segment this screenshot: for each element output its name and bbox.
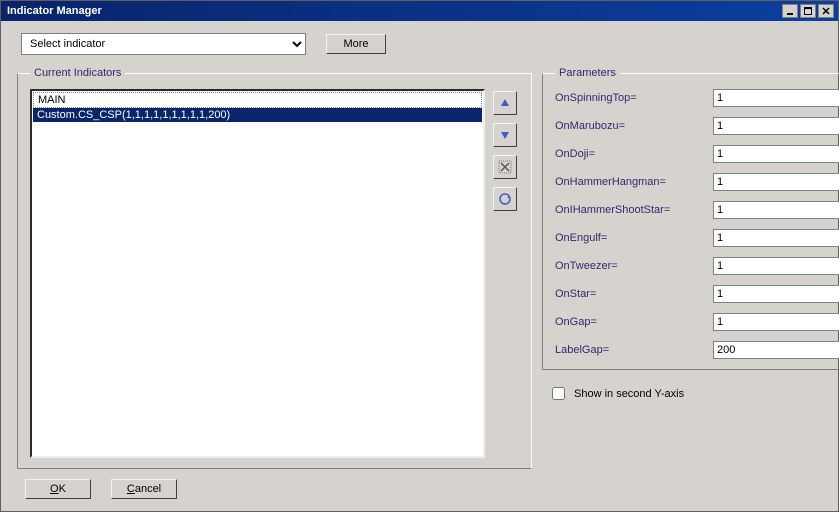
- list-item[interactable]: MAIN: [33, 92, 482, 108]
- move-up-button[interactable]: [493, 91, 517, 115]
- parameter-label: OnIHammerShootStar=: [555, 204, 713, 216]
- parameter-label: OnEngulf=: [555, 232, 713, 244]
- minimize-icon: [786, 7, 794, 15]
- ok-button[interactable]: OK: [25, 479, 91, 499]
- parameter-input[interactable]: [713, 145, 839, 163]
- parameter-label: LabelGap=: [555, 344, 713, 356]
- close-icon: [822, 7, 830, 15]
- circle-arrow-icon: [498, 192, 512, 206]
- more-button[interactable]: More: [326, 34, 386, 54]
- titlebar: Indicator Manager: [1, 1, 838, 21]
- maximize-button[interactable]: [800, 4, 816, 18]
- parameter-row: OnDoji=: [555, 145, 839, 163]
- parameter-input[interactable]: [713, 341, 839, 359]
- parameter-input[interactable]: [713, 285, 839, 303]
- content-area: Select indicator More Current Indicators…: [1, 21, 838, 511]
- maximize-icon: [804, 7, 812, 15]
- parameter-label: OnTweezer=: [555, 260, 713, 272]
- parameter-row: OnIHammerShootStar=: [555, 201, 839, 219]
- close-button[interactable]: [818, 4, 834, 18]
- parameter-input[interactable]: [713, 313, 839, 331]
- indicator-dropdown[interactable]: Select indicator: [21, 33, 306, 55]
- indicator-select[interactable]: Select indicator: [21, 33, 306, 55]
- parameter-label: OnDoji=: [555, 148, 713, 160]
- parameters-grid: OnSpinningTop= OnMarubozu= OnDoji= OnHammer…: [555, 89, 839, 359]
- cancel-button[interactable]: Cancel: [111, 479, 177, 499]
- indicator-listbox[interactable]: MAINCustom.CS_CSP(1,1,1,1,1,1,1,1,1,200): [30, 89, 485, 458]
- footer: OK Cancel: [17, 469, 822, 499]
- list-item[interactable]: Custom.CS_CSP(1,1,1,1,1,1,1,1,1,200): [33, 108, 482, 122]
- parameter-row: OnTweezer=: [555, 257, 839, 275]
- delete-button[interactable]: [493, 155, 517, 179]
- main-area: Current Indicators MAINCustom.CS_CSP(1,1…: [17, 67, 822, 469]
- parameter-input[interactable]: [713, 89, 839, 107]
- current-indicators-row: MAINCustom.CS_CSP(1,1,1,1,1,1,1,1,1,200): [30, 89, 519, 458]
- parameter-input[interactable]: [713, 229, 839, 247]
- show-second-y-row[interactable]: Show in second Y-axis: [548, 384, 822, 403]
- parameter-row: OnEngulf=: [555, 229, 839, 247]
- parameter-row: LabelGap=: [555, 341, 839, 359]
- refresh-button[interactable]: [493, 187, 517, 211]
- x-delete-icon: [498, 160, 512, 174]
- left-column: Current Indicators MAINCustom.CS_CSP(1,1…: [17, 67, 532, 469]
- current-indicators-legend: Current Indicators: [30, 67, 125, 79]
- parameter-input[interactable]: [713, 173, 839, 191]
- parameter-label: OnStar=: [555, 288, 713, 300]
- triangle-up-icon: [499, 97, 511, 109]
- parameter-row: OnHammerHangman=: [555, 173, 839, 191]
- parameters-group: Parameters OnSpinningTop= OnMarubozu= OnDo…: [542, 67, 839, 370]
- window-title: Indicator Manager: [7, 5, 780, 17]
- right-column: Parameters OnSpinningTop= OnMarubozu= OnDo…: [542, 67, 822, 469]
- parameter-input[interactable]: [713, 117, 839, 135]
- parameter-input[interactable]: [713, 257, 839, 275]
- parameter-label: OnHammerHangman=: [555, 176, 713, 188]
- minimize-button[interactable]: [782, 4, 798, 18]
- parameter-label: OnMarubozu=: [555, 120, 713, 132]
- parameter-row: OnSpinningTop=: [555, 89, 839, 107]
- parameter-row: OnStar=: [555, 285, 839, 303]
- indicator-manager-window: Indicator Manager Select indicator More …: [0, 0, 839, 512]
- parameter-label: OnGap=: [555, 316, 713, 328]
- parameter-row: OnGap=: [555, 313, 839, 331]
- triangle-down-icon: [499, 129, 511, 141]
- parameter-row: OnMarubozu=: [555, 117, 839, 135]
- parameter-input[interactable]: [713, 201, 839, 219]
- current-indicators-group: Current Indicators MAINCustom.CS_CSP(1,1…: [17, 67, 532, 469]
- parameter-label: OnSpinningTop=: [555, 92, 713, 104]
- parameters-legend: Parameters: [555, 67, 620, 79]
- show-second-y-checkbox[interactable]: [552, 387, 565, 400]
- top-row: Select indicator More: [21, 33, 822, 55]
- move-down-button[interactable]: [493, 123, 517, 147]
- show-second-y-label: Show in second Y-axis: [574, 388, 684, 400]
- list-side-buttons: [493, 89, 519, 458]
